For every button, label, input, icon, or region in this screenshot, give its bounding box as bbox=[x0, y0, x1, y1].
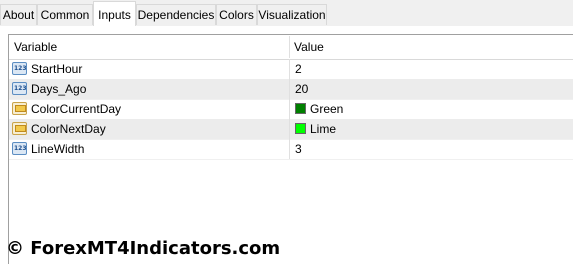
inputs-grid: Variable Value StartHour 2 Days_Ago 20 bbox=[8, 34, 573, 264]
value-cell[interactable]: 2 bbox=[289, 59, 573, 79]
color-param-icon bbox=[12, 102, 27, 115]
numeric-param-icon bbox=[12, 142, 27, 155]
color-param-icon bbox=[12, 122, 27, 135]
tab-colors[interactable]: Colors bbox=[216, 4, 257, 25]
tab-visualization[interactable]: Visualization bbox=[257, 4, 327, 25]
variable-name: LineWidth bbox=[31, 142, 85, 156]
column-header-variable[interactable]: Variable bbox=[9, 35, 57, 59]
value-cell[interactable]: Lime bbox=[289, 119, 573, 139]
column-header-value[interactable]: Value bbox=[289, 35, 324, 59]
tab-inputs[interactable]: Inputs bbox=[93, 1, 136, 27]
tab-about[interactable]: About bbox=[0, 4, 37, 25]
variable-cell: LineWidth bbox=[9, 139, 289, 159]
color-swatch bbox=[295, 123, 306, 134]
variable-name: StartHour bbox=[31, 62, 83, 76]
variable-cell: ColorNextDay bbox=[9, 119, 289, 139]
variable-cell: Days_Ago bbox=[9, 79, 289, 99]
value-text[interactable]: 20 bbox=[295, 79, 308, 99]
variable-name: ColorCurrentDay bbox=[31, 102, 122, 116]
variable-name: ColorNextDay bbox=[31, 122, 106, 136]
tab-common[interactable]: Common bbox=[37, 4, 93, 25]
variable-cell: ColorCurrentDay bbox=[9, 99, 289, 119]
tab-bar: About Common Inputs Dependencies Colors … bbox=[0, 0, 573, 27]
value-cell[interactable]: 3 bbox=[289, 139, 573, 159]
table-row[interactable]: StartHour 2 bbox=[9, 59, 573, 80]
inputs-panel: Variable Value StartHour 2 Days_Ago 20 bbox=[0, 26, 573, 264]
value-text[interactable]: 2 bbox=[295, 59, 302, 79]
table-row[interactable]: LineWidth 3 bbox=[9, 139, 573, 160]
table-row[interactable]: ColorNextDay Lime bbox=[9, 119, 573, 140]
value-cell[interactable]: 20 bbox=[289, 79, 573, 99]
value-cell[interactable]: Green bbox=[289, 99, 573, 119]
table-row[interactable]: ColorCurrentDay Green bbox=[9, 99, 573, 120]
table-row[interactable]: Days_Ago 20 bbox=[9, 79, 573, 100]
variable-name: Days_Ago bbox=[31, 82, 87, 96]
variable-cell: StartHour bbox=[9, 59, 289, 79]
value-text[interactable]: Lime bbox=[310, 119, 336, 139]
numeric-param-icon bbox=[12, 82, 27, 95]
tab-dependencies[interactable]: Dependencies bbox=[136, 4, 216, 25]
value-text[interactable]: Green bbox=[310, 99, 343, 119]
numeric-param-icon bbox=[12, 62, 27, 75]
watermark-text: © ForexMT4Indicators.com bbox=[6, 238, 281, 259]
value-text[interactable]: 3 bbox=[295, 139, 302, 159]
grid-header: Variable Value bbox=[9, 35, 573, 60]
color-swatch bbox=[295, 103, 306, 114]
